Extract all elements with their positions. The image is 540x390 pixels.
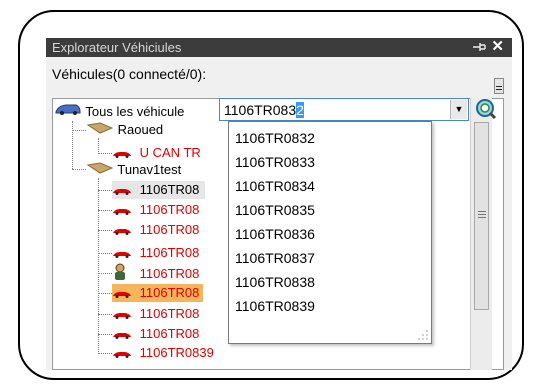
tree-vehicle-item[interactable]: 1106TR08 [112,244,199,262]
group-folder-icon [86,122,118,137]
vehicle-label: 1106TR08 [139,222,200,237]
options-scroll-button[interactable] [494,78,504,94]
vehicle-label: 1106TR08 [139,182,200,197]
tree-vehicle-item[interactable]: 1106TR08 [112,263,199,281]
chevron-down-icon[interactable]: ▼ [450,100,467,119]
vehicles-count-label: Véhicules(0 connecté/0): [52,66,207,82]
dropdown-option[interactable]: 1106TR0836 [235,222,315,246]
scrollbar-thumb[interactable] [474,122,489,310]
tree-root-all-vehicles[interactable]: Tous les véhicule [54,102,184,120]
car-icon [113,208,131,215]
vehicle-search-combobox[interactable]: 1106TR0832 ▼ [219,98,469,121]
tree-vehicle-item[interactable]: 1106TR08 [112,221,199,239]
tree-group-tunav1test[interactable]: Tunav1test [86,161,181,179]
tree-vehicle-item[interactable]: 1106TR08 [112,201,199,219]
car-icon [113,251,131,258]
person-icon [112,263,132,286]
panel-titlebar: Explorateur Véhiciules ✕ [46,38,512,57]
vehicle-label: 1106TR08 [139,202,200,217]
dropdown-option[interactable]: 1106TR0834 [235,174,315,198]
vehicle-label: U CAN TR [139,145,201,160]
vehicle-label: 1106TR08 [139,265,200,281]
tree-vehicle-item[interactable]: 1106TR0839 [112,344,214,362]
tree-scrollbar[interactable] [470,98,492,370]
vehicle-label: 1106TR0839 [139,345,214,360]
car-icon [113,188,131,195]
tree-vehicle-ucantr[interactable]: U CAN TR [112,144,201,162]
tree-vehicle-item[interactable]: 1106TR08 [112,284,204,302]
search-refresh-icon[interactable] [472,97,498,121]
dropdown-option[interactable]: 1106TR0837 [235,246,315,270]
dropdown-option[interactable]: 1106TR0833 [235,150,315,174]
close-icon[interactable]: ✕ [491,38,504,56]
search-dropdown-list[interactable]: 1106TR0832 1106TR0833 1106TR0834 1106TR0… [228,121,432,344]
vehicle-label: 1106TR08 [139,306,200,321]
car-icon [113,332,131,339]
tree-group-raoued[interactable]: Raoued [86,121,163,139]
vehicle-label: 1106TR08 [139,326,200,341]
vehicle-label: 1106TR08 [139,285,200,300]
vehicle-label: 1106TR08 [139,245,200,260]
vehicle-group-icon [54,104,85,119]
group-folder-icon [86,162,117,177]
group-label: Raoued [117,122,164,137]
panel-title: Explorateur Véhiciules [52,40,182,55]
search-input[interactable]: 1106TR0832 [224,101,304,119]
car-icon [113,151,131,158]
resize-grip-icon[interactable] [417,329,429,341]
pin-icon[interactable] [472,38,486,62]
car-icon [113,291,131,298]
tree-root-label: Tous les véhicule [85,104,185,119]
car-icon [113,228,131,235]
tree-vehicle-item[interactable]: 1106TR08 [112,181,206,199]
tree-vehicle-item[interactable]: 1106TR08 [112,325,199,343]
dropdown-option[interactable]: 1106TR0832 [235,126,315,150]
dropdown-option[interactable]: 1106TR0835 [235,198,315,222]
dropdown-option[interactable]: 1106TR0838 [235,270,315,294]
group-label: Tunav1test [117,162,182,177]
dropdown-option[interactable]: 1106TR0839 [235,294,315,318]
car-icon [113,312,131,319]
car-icon [113,351,131,358]
tree-vehicle-item[interactable]: 1106TR08 [112,305,199,323]
